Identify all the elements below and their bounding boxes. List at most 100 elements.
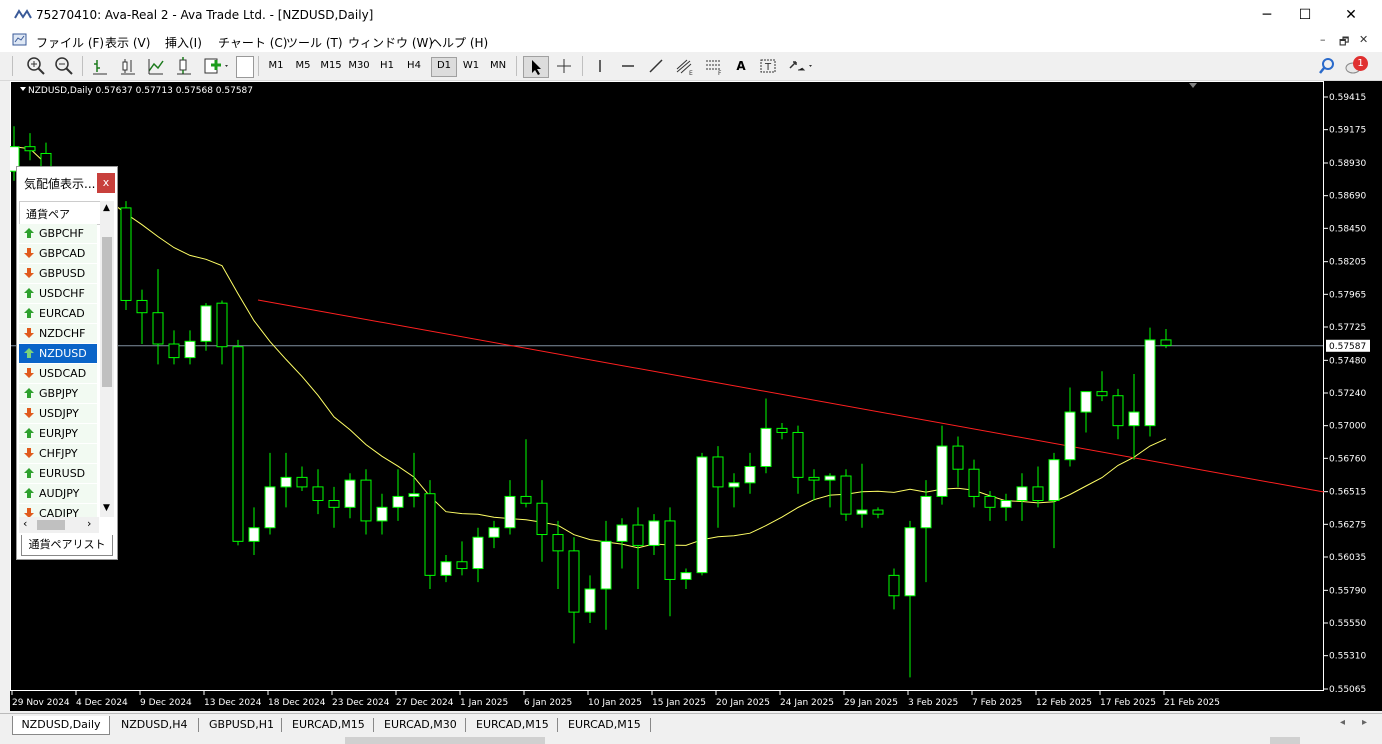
- chart-tab-eurcad-m15-2[interactable]: EURCAD,M15: [476, 716, 549, 734]
- bar-chart-icon[interactable]: [90, 56, 110, 76]
- market-watch-vscrollbar[interactable]: ▲ ▼: [100, 201, 114, 517]
- vertical-line-icon[interactable]: [590, 56, 610, 76]
- tab-scroll-right-icon[interactable]: ▸: [1362, 717, 1367, 728]
- scroll-down-icon[interactable]: ▼: [103, 503, 110, 513]
- hscroll-thumb[interactable]: [37, 520, 65, 530]
- maximize-button[interactable]: ☐: [1282, 0, 1328, 30]
- arrows-icon[interactable]: [786, 56, 816, 76]
- market-watch-row-nzdusd[interactable]: NZDUSD: [19, 344, 97, 364]
- chart-window-icon[interactable]: [12, 33, 28, 47]
- market-watch-row-eurjpy[interactable]: EURJPY: [19, 424, 97, 444]
- timeframe-m5[interactable]: M5: [291, 57, 315, 75]
- cursor-icon[interactable]: [523, 56, 549, 78]
- menu-tools[interactable]: ツール (T): [286, 34, 343, 51]
- candle-bear: [968, 468, 980, 497]
- market-watch-row-usdchf[interactable]: USDCHF: [19, 284, 97, 304]
- market-watch-column-header[interactable]: 通貨ペア: [19, 201, 101, 225]
- scroll-right-icon[interactable]: ›: [87, 517, 91, 530]
- candle-bull: [1000, 500, 1012, 508]
- market-watch-row-eurusd[interactable]: EURUSD: [19, 464, 97, 484]
- search-icon[interactable]: [1318, 56, 1336, 76]
- chart-tab-nzdusd-h4[interactable]: NZDUSD,H4: [121, 716, 188, 734]
- price-axis-label: 0.59415: [1329, 93, 1366, 103]
- menu-help[interactable]: ヘルプ (H): [430, 34, 488, 51]
- timeframe-mn[interactable]: MN: [486, 57, 510, 75]
- candle-bull: [1016, 486, 1028, 502]
- market-watch-header[interactable]: 気配値表示... x: [17, 167, 117, 197]
- date-axis-label: 1 Jan 2025: [460, 698, 508, 708]
- timeframe-h1[interactable]: H1: [375, 57, 399, 75]
- date-axis-label: 9 Dec 2024: [140, 698, 192, 708]
- candle-bear: [808, 476, 820, 481]
- chart-tab-eurcad-m15[interactable]: EURCAD,M15: [292, 716, 365, 734]
- mdi-minimize-button[interactable]: –: [1320, 33, 1326, 46]
- text-tool-button[interactable]: A: [733, 56, 749, 76]
- market-watch-row-gbpchf[interactable]: GBPCHF: [19, 224, 97, 244]
- autoscroll-icon[interactable]: [174, 56, 194, 76]
- price-axis-label: 0.57965: [1329, 290, 1366, 300]
- fibonacci-icon[interactable]: F: [703, 56, 725, 76]
- new-chart-icon[interactable]: [203, 56, 231, 76]
- symbols-tab[interactable]: 通貨ペアリスト: [21, 535, 113, 556]
- close-button[interactable]: ✕: [1328, 0, 1374, 30]
- timeframe-m30[interactable]: M30: [347, 57, 371, 75]
- market-watch-close-button[interactable]: x: [97, 173, 115, 193]
- trendline-icon[interactable]: [646, 56, 666, 76]
- tab-scroll-left-icon[interactable]: ◂: [1340, 717, 1345, 728]
- candle-bear: [712, 456, 724, 488]
- market-watch-row-eurcad[interactable]: EURCAD: [19, 304, 97, 324]
- crosshair-icon[interactable]: [554, 56, 574, 76]
- timeframe-w1[interactable]: W1: [459, 57, 483, 75]
- date-axis-label: 7 Feb 2025: [972, 698, 1022, 708]
- market-watch-window[interactable]: 気配値表示... x 通貨ペア GBPCHF GBPCAD GBPUSD USDCHF…: [16, 166, 118, 560]
- market-watch-row-usdjpy[interactable]: USDJPY: [19, 404, 97, 424]
- menu-window[interactable]: ウィンドウ (W): [348, 34, 433, 51]
- date-axis-label: 29 Jan 2025: [844, 698, 898, 708]
- zoom-out-icon[interactable]: [54, 56, 74, 76]
- market-watch-row-nzdchf[interactable]: NZDCHF: [19, 324, 97, 344]
- menu-chart[interactable]: チャート (C): [218, 34, 287, 51]
- line-chart-icon[interactable]: [146, 56, 166, 76]
- menu-insert[interactable]: 挿入(I): [165, 34, 202, 51]
- notifications-icon[interactable]: 1: [1343, 56, 1371, 76]
- text-label-icon[interactable]: T: [758, 56, 778, 76]
- scroll-left-icon[interactable]: ‹: [23, 517, 27, 530]
- chart-tab-eurcad-m30[interactable]: EURCAD,M30: [384, 716, 457, 734]
- candlestick-chart-icon[interactable]: [118, 56, 138, 76]
- candle-bull: [1128, 411, 1140, 427]
- mdi-restore-button[interactable]: 🗗: [1339, 33, 1349, 52]
- chart-tab-gbpusd-h1[interactable]: GBPUSD,H1: [209, 716, 274, 734]
- timeframe-d1[interactable]: D1: [431, 57, 457, 77]
- menu-view[interactable]: 表示 (V): [105, 34, 150, 51]
- menu-file[interactable]: ファイル (F): [36, 34, 104, 51]
- candle-bull: [1144, 339, 1156, 427]
- timeframe-h4[interactable]: H4: [402, 57, 426, 75]
- candle-bear: [456, 561, 468, 570]
- market-watch-hscrollbar[interactable]: ‹ ›: [19, 517, 99, 533]
- market-watch-row-usdcad[interactable]: USDCAD: [19, 364, 97, 384]
- timeframe-m15[interactable]: M15: [319, 57, 343, 75]
- chart-tab-nzdusd-daily[interactable]: NZDUSD,Daily: [12, 716, 110, 735]
- timeframe-m1[interactable]: M1: [264, 57, 288, 75]
- market-watch-row-gbpjpy[interactable]: GBPJPY: [19, 384, 97, 404]
- candle-bull: [264, 486, 276, 529]
- candle-bull: [1048, 459, 1060, 502]
- price-axis-label: 0.58450: [1329, 224, 1366, 234]
- zoom-in-icon[interactable]: [26, 56, 46, 76]
- market-watch-row-gbpusd[interactable]: GBPUSD: [19, 264, 97, 284]
- market-watch-row-chfjpy[interactable]: CHFJPY: [19, 444, 97, 464]
- market-watch-row-audjpy[interactable]: AUDJPY: [19, 484, 97, 504]
- date-axis-label: 23 Dec 2024: [332, 698, 390, 708]
- market-watch-row-gbpcad[interactable]: GBPCAD: [19, 244, 97, 264]
- price-axis-label: 0.59175: [1329, 126, 1366, 136]
- chart-tab-eurcad-m15-3[interactable]: EURCAD,M15: [568, 716, 641, 734]
- mdi-close-button[interactable]: ✕: [1359, 33, 1368, 46]
- chart-area[interactable]: NZDUSD,Daily 0.57637 0.57713 0.57568 0.5…: [10, 81, 1382, 711]
- price-chart[interactable]: NZDUSD,Daily 0.57637 0.57713 0.57568 0.5…: [10, 81, 1382, 711]
- chart-shift-button[interactable]: [236, 56, 254, 78]
- vscroll-thumb[interactable]: [102, 237, 112, 387]
- candle-bear: [312, 486, 324, 502]
- horizontal-line-icon[interactable]: [618, 56, 638, 76]
- equidistant-channel-icon[interactable]: E: [674, 56, 696, 76]
- scroll-up-icon[interactable]: ▲: [103, 203, 110, 213]
